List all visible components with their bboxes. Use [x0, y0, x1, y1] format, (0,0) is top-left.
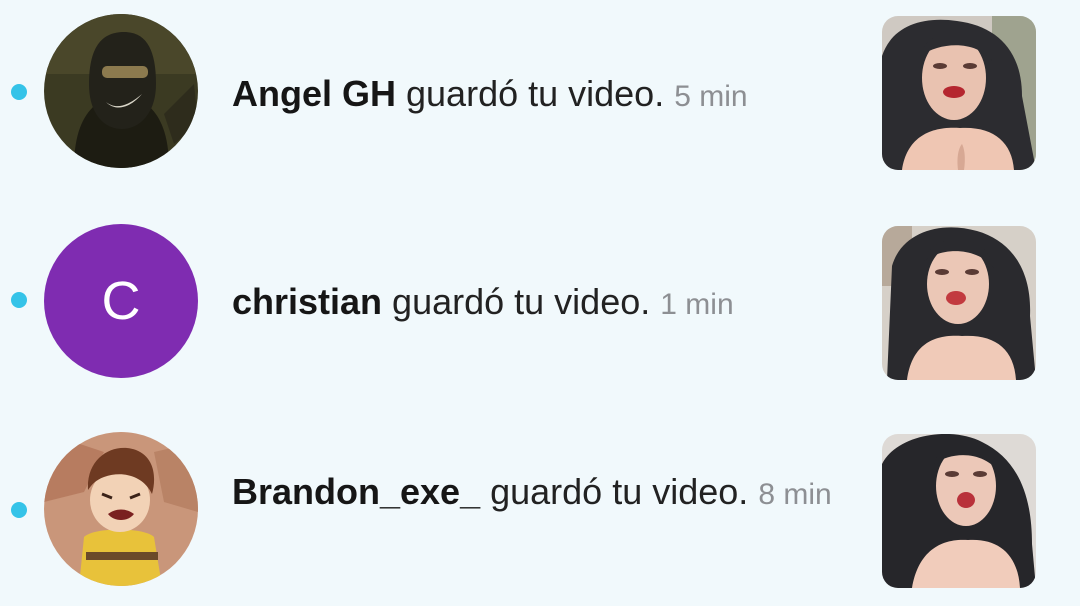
timestamp: 1 min [660, 288, 734, 321]
action-text: guardó tu video. [396, 73, 665, 114]
unread-dot [11, 502, 27, 518]
unread-dot [11, 292, 27, 308]
action-text: guardó tu video. [480, 471, 749, 512]
timestamp: 5 min [674, 80, 748, 113]
video-thumbnail-image-icon [882, 434, 1036, 588]
notification-text: christian guardó tu video. 1 min [232, 282, 832, 325]
video-thumbnail-image-icon [882, 226, 1036, 380]
notification-text: Brandon_exe_ guardó tu video. 8 min [232, 472, 842, 515]
notification-text: Angel GH guardó tu video. 5 min [232, 74, 832, 117]
action-text: guardó tu video. [382, 281, 651, 322]
avatar-letter: C [101, 271, 141, 331]
username[interactable]: christian [232, 281, 382, 322]
cartoon-character-avatar-icon [44, 432, 198, 586]
notification-row[interactable]: C christian guardó tu video. 1 min [0, 224, 1080, 384]
notification-row[interactable]: Brandon_exe_ guardó tu video. 8 min [0, 432, 1080, 592]
video-thumbnail[interactable] [882, 434, 1036, 588]
video-thumbnail[interactable] [882, 226, 1036, 380]
username[interactable]: Brandon_exe_ [232, 471, 480, 512]
notification-row[interactable]: Angel GH guardó tu video. 5 min [0, 14, 1080, 174]
notification-list: Angel GH guardó tu video. 5 min C christ… [0, 0, 1080, 606]
avatar-brandon-exe[interactable] [44, 432, 198, 586]
video-thumbnail[interactable] [882, 16, 1036, 170]
avatar-christian[interactable]: C [44, 224, 198, 378]
masked-person-avatar-icon [44, 14, 198, 168]
username[interactable]: Angel GH [232, 73, 396, 114]
timestamp: 8 min [758, 478, 832, 511]
unread-dot [11, 84, 27, 100]
video-thumbnail-image-icon [882, 16, 1036, 170]
avatar-angel-gh[interactable] [44, 14, 198, 168]
